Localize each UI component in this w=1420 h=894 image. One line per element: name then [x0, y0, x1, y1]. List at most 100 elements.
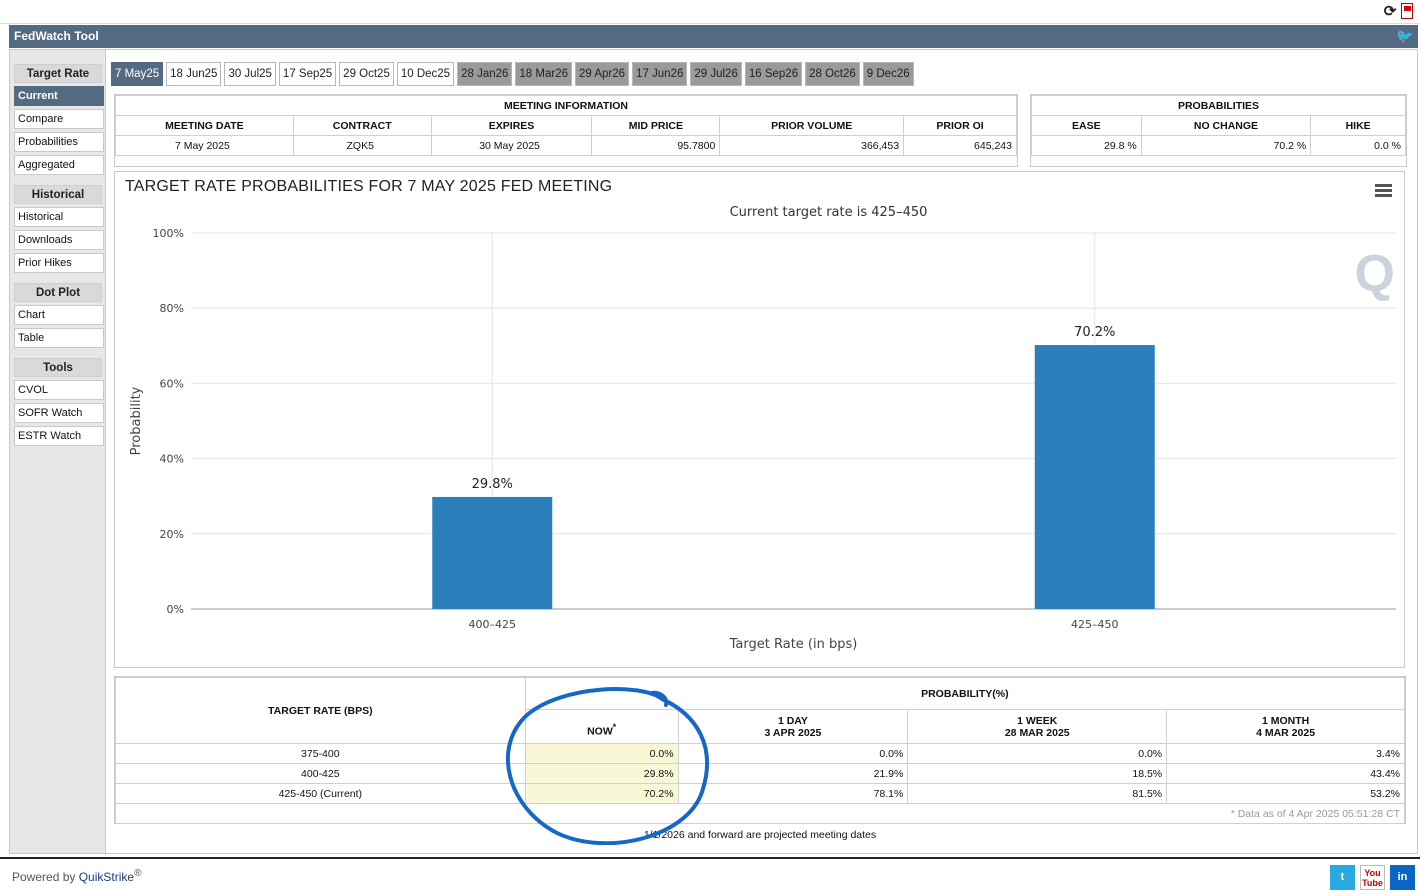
tab-meeting-date[interactable]: 18 Jun25: [166, 62, 222, 86]
tab-meeting-date[interactable]: 9 Dec26: [862, 62, 914, 86]
y-tick-label: 100%: [153, 227, 184, 240]
probability-cell: 0.0%: [677, 743, 909, 764]
period-label: 1 WEEK: [1017, 714, 1058, 727]
sidebar-item-compare[interactable]: Compare: [14, 109, 104, 129]
meeting-info-value: 7 May 2025: [115, 135, 294, 156]
period-date: 3 APR 2025: [764, 726, 822, 739]
tab-meeting-date[interactable]: 29 Oct25: [339, 62, 394, 86]
bar-value-label: 70.2%: [1074, 325, 1115, 340]
probability-cell: 81.5%: [907, 783, 1168, 804]
probability-cell: 53.2%: [1166, 783, 1405, 804]
tab-meeting-date[interactable]: 7 May25: [111, 62, 164, 86]
target-rate-cell: 400-425: [115, 763, 526, 784]
linkedin-icon[interactable]: in: [1390, 865, 1415, 890]
tab-meeting-date[interactable]: 18 Mar26: [515, 62, 572, 86]
meeting-info-column-header: MID PRICE: [591, 115, 721, 136]
x-tick-label: 425–450: [1071, 618, 1119, 631]
meeting-info-value: 645,243: [903, 135, 1017, 156]
sidebar-item-table[interactable]: Table: [14, 328, 104, 348]
tab-meeting-date[interactable]: 30 Jul25: [224, 62, 276, 86]
footnote-marker: *: [612, 721, 617, 732]
target-rate-cell: 425-450 (Current): [115, 783, 526, 804]
target-rate-header: TARGET RATE (BPS): [115, 677, 526, 744]
twitter-icon[interactable]: 🐦: [1396, 28, 1413, 44]
probability-period-header: 1 DAY 3 APR 2025: [677, 709, 909, 744]
bar-value-label: 29.8%: [472, 477, 513, 492]
refresh-icon[interactable]: ⟳: [1382, 4, 1398, 20]
sidebar-item-chart[interactable]: Chart: [14, 305, 104, 325]
meeting-info-title: MEETING INFORMATION: [115, 95, 1017, 116]
data-as-of-note: * Data as of 4 Apr 2025 05:51:28 CT: [115, 803, 1405, 824]
meeting-info-column-header: PRIOR OI: [903, 115, 1017, 136]
chart-title: TARGET RATE PROBABILITIES FOR 7 MAY 2025…: [125, 178, 613, 195]
table-row: 400-425 29.8% 21.9% 18.5% 43.4%: [115, 763, 1405, 784]
probability-value: 70.2 %: [1140, 135, 1312, 156]
meeting-info-column-header: MEETING DATE: [115, 115, 294, 136]
quikstrike-logo: Q: [1354, 245, 1395, 303]
x-tick-label: 400–425: [469, 618, 517, 631]
sidebar-item-estr-watch[interactable]: ESTR Watch: [14, 426, 104, 446]
twitter-share-icon[interactable]: t: [1330, 865, 1355, 890]
probability-column-header: HIKE: [1310, 115, 1406, 136]
x-axis-label: Target Rate (in bps): [729, 637, 858, 652]
y-tick-label: 80%: [160, 302, 184, 315]
app-header: FedWatch Tool 🐦: [9, 25, 1418, 48]
period-label: NOW: [587, 725, 613, 738]
y-tick-label: 0%: [167, 603, 184, 616]
sidebar: Target Rate Current Compare Probabilities Ag…: [14, 64, 105, 456]
bar[interactable]: [432, 496, 553, 609]
meeting-information-panel: MEETING INFORMATION MEETING DATE CONTRACT…: [114, 94, 1018, 167]
tab-meeting-date[interactable]: 29 Apr26: [575, 62, 630, 86]
meeting-info-column-header: EXPIRES: [430, 115, 593, 136]
tab-meeting-date[interactable]: 10 Dec25: [396, 62, 455, 86]
sidebar-item-cvol[interactable]: CVOL: [14, 380, 104, 400]
y-tick-label: 60%: [160, 377, 184, 390]
main-frame: Target Rate Current Compare Probabilities Ag…: [9, 49, 1418, 854]
tab-meeting-date[interactable]: 17 Sep25: [278, 62, 337, 86]
quikstrike-link[interactable]: QuikStrike: [79, 870, 134, 884]
period-date: 4 MAR 2025: [1256, 726, 1316, 739]
hamburger-menu-icon[interactable]: [1375, 184, 1392, 197]
bar[interactable]: [1034, 345, 1155, 609]
probability-cell: 0.0%: [907, 743, 1168, 764]
probability-cell: 78.1%: [677, 783, 909, 804]
sidebar-item-aggregated[interactable]: Aggregated: [14, 155, 104, 175]
period-label: 1 MONTH: [1261, 714, 1310, 727]
tab-meeting-date[interactable]: 28 Oct26: [805, 62, 860, 86]
probability-cell: 18.5%: [907, 763, 1168, 784]
sidebar-group: Historical Historical Downloads Prior Hikes: [14, 185, 105, 273]
browser-top-bar: ⟳: [0, 0, 1420, 24]
sidebar-item-downloads[interactable]: Downloads: [14, 230, 104, 250]
now-probability-cell: 29.8%: [524, 763, 679, 784]
probability-period-header: 1 MONTH 4 MAR 2025: [1166, 709, 1405, 744]
bar-chart-svg: Current target rate is 425–450 0% 20% 40% 60…: [129, 205, 1396, 652]
sidebar-item-current[interactable]: Current: [14, 86, 104, 106]
tab-meeting-date[interactable]: 16 Sep26: [744, 62, 803, 86]
meeting-info-value: 95.7800: [591, 135, 721, 156]
powered-by: Powered by QuikStrike®: [12, 868, 142, 884]
sidebar-group: Tools CVOL SOFR Watch ESTR Watch: [14, 358, 105, 446]
period-label: 1 DAY: [777, 714, 808, 727]
probability-chart: TARGET RATE PROBABILITIES FOR 7 MAY 2025…: [114, 171, 1405, 668]
probability-value: 0.0 %: [1310, 135, 1406, 156]
now-probability-cell: 70.2%: [524, 783, 679, 804]
projected-dates-note: 1/1/2026 and forward are projected meeti…: [114, 824, 1406, 846]
meeting-info-value: 30 May 2025: [430, 135, 593, 156]
table-row: 425-450 (Current) 70.2% 78.1% 81.5% 53.2%: [115, 783, 1405, 804]
meeting-info-column-header: CONTRACT: [292, 115, 432, 136]
target-rate-cell: 375-400: [115, 743, 526, 764]
tab-meeting-date[interactable]: 29 Jul26: [690, 62, 742, 86]
meeting-info-value: ZQK5: [292, 135, 432, 156]
content-area: 7 May25 18 Jun25 30 Jul25 17 Sep25 29 Oct25 1…: [105, 50, 1417, 853]
tab-meeting-date[interactable]: 17 Jun26: [632, 62, 688, 86]
probability-value: 29.8 %: [1031, 135, 1142, 156]
probability-cell: 43.4%: [1166, 763, 1405, 784]
sidebar-item-prior-hikes[interactable]: Prior Hikes: [14, 253, 104, 273]
sidebar-item-historical[interactable]: Historical: [14, 207, 104, 227]
tab-meeting-date[interactable]: 28 Jan26: [457, 62, 513, 86]
sidebar-item-sofr-watch[interactable]: SOFR Watch: [14, 403, 104, 423]
sidebar-group: Dot Plot Chart Table: [14, 283, 105, 348]
youtube-icon[interactable]: You Tube: [1360, 865, 1385, 890]
sidebar-item-probabilities[interactable]: Probabilities: [14, 132, 104, 152]
pdf-icon[interactable]: [1401, 3, 1413, 19]
